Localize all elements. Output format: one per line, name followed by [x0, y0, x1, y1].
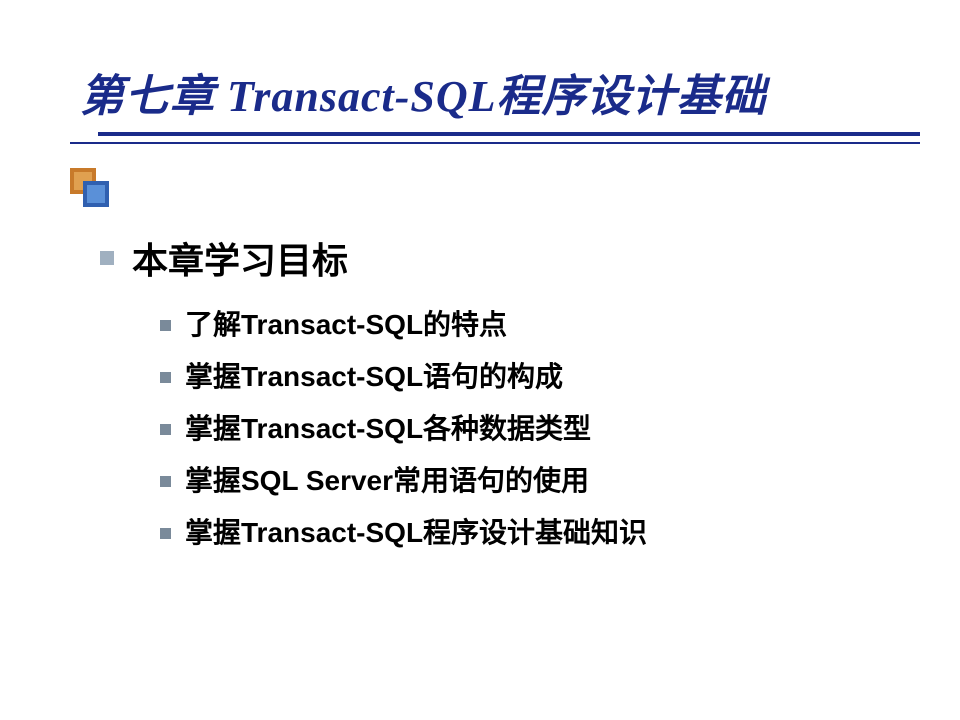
- bullet-square-icon: [160, 424, 171, 435]
- list-item: 掌握SQL Server常用语句的使用: [160, 460, 960, 502]
- objective-text: 掌握Transact-SQL语句的构成: [185, 356, 563, 398]
- objective-text: 掌握Transact-SQL各种数据类型: [185, 408, 591, 450]
- objective-text: 掌握Transact-SQL程序设计基础知识: [185, 512, 647, 554]
- bullet-square-icon: [160, 528, 171, 539]
- title-underline: [70, 132, 920, 162]
- slide-title: 第七章 Transact-SQL程序设计基础: [70, 60, 920, 132]
- list-item: 掌握Transact-SQL语句的构成: [160, 356, 960, 398]
- list-item: 掌握Transact-SQL各种数据类型: [160, 408, 960, 450]
- bullet-square-icon: [160, 320, 171, 331]
- title-area: 第七章 Transact-SQL程序设计基础: [70, 60, 920, 162]
- underline-thin: [70, 142, 920, 144]
- decor-square-blue: [83, 181, 109, 207]
- section-heading: 本章学习目标: [132, 232, 348, 284]
- bullet-square-icon: [100, 251, 114, 265]
- content-area: 本章学习目标 了解Transact-SQL的特点 掌握Transact-SQL语…: [100, 232, 960, 554]
- underline-thick: [98, 132, 920, 136]
- slide: 第七章 Transact-SQL程序设计基础 本章学习目标 了解Transact…: [0, 0, 960, 720]
- bullet-square-icon: [160, 372, 171, 383]
- list-item: 了解Transact-SQL的特点: [160, 304, 960, 346]
- bullet-square-icon: [160, 476, 171, 487]
- objective-text: 了解Transact-SQL的特点: [185, 304, 507, 346]
- objective-text: 掌握SQL Server常用语句的使用: [185, 460, 589, 502]
- list-item: 掌握Transact-SQL程序设计基础知识: [160, 512, 960, 554]
- section-heading-row: 本章学习目标: [100, 232, 960, 284]
